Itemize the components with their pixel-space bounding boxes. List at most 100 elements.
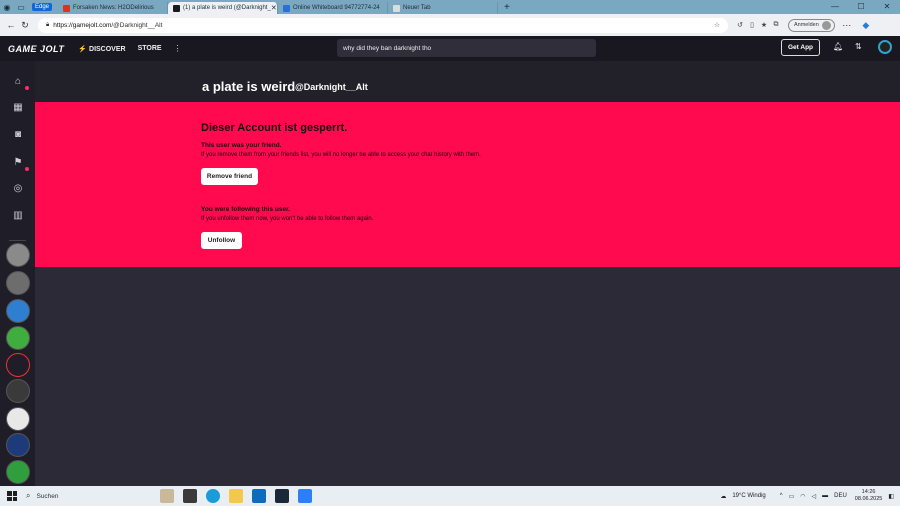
tab-actions-icon[interactable]: ▭ xyxy=(14,0,28,14)
tab-forsaken-news[interactable]: Forsaken News: H2ODelirious xyxy=(58,2,169,14)
reload-icon[interactable]: ↻ xyxy=(18,20,32,31)
taskbar-search[interactable]: ⌕ Suchen xyxy=(26,489,151,503)
lock-icon[interactable]: 🔒︎ xyxy=(46,22,49,29)
split-screen-icon[interactable]: ▯ xyxy=(746,21,758,29)
close-tab-icon[interactable]: ✕ xyxy=(271,4,277,12)
clock-time: 14:26 xyxy=(861,489,876,495)
unfollow-button[interactable]: Unfollow xyxy=(201,232,242,249)
widgets-icon[interactable] xyxy=(160,489,174,503)
chat-icon[interactable]: ◎ xyxy=(9,179,27,197)
remove-friend-button[interactable]: Remove friend xyxy=(201,168,258,185)
profile-header: a plate is weird @Darknight__Alt xyxy=(35,61,900,102)
collections-icon[interactable]: ⧉ xyxy=(770,21,782,29)
community-avatar[interactable] xyxy=(6,353,30,377)
profile-display-name: a plate is weird xyxy=(202,79,296,94)
new-tab-page-icon xyxy=(393,4,401,12)
weather-icon[interactable]: ☁ xyxy=(720,493,726,500)
browser-tab-bar: ◉ ▭ Edge Forsaken News: H2ODelirious (1)… xyxy=(0,0,900,14)
app-icon[interactable] xyxy=(298,489,312,503)
back-icon[interactable]: ← xyxy=(4,20,18,30)
notification-dot xyxy=(25,86,29,90)
network-icon[interactable]: ▭ xyxy=(789,493,795,500)
avatar-icon xyxy=(821,20,831,30)
community-avatar[interactable] xyxy=(6,407,30,431)
wifi-icon[interactable]: ◠ xyxy=(800,493,805,500)
content-area xyxy=(35,267,900,486)
minimize-icon[interactable]: — xyxy=(822,0,848,14)
notification-center-icon[interactable]: ◧ xyxy=(888,493,894,500)
sidebar-divider xyxy=(9,240,26,241)
signin-button[interactable]: Anmelden xyxy=(788,18,835,32)
community-avatar[interactable] xyxy=(6,326,30,350)
banned-account-panel: Dieser Account ist gesperrt. This user w… xyxy=(35,102,900,267)
browser-toolbar: ← ↻ 🔒︎ https://gamejolt.com/@Darknight__… xyxy=(0,14,900,36)
tab-label: Forsaken News: H2ODelirious xyxy=(73,5,154,11)
tab-gamejolt-profile[interactable]: (1) a plate is weird (@Darknight_ ✕ xyxy=(168,2,279,14)
profile-username[interactable]: @Darknight__Alt xyxy=(295,82,368,92)
system-tray: ☁ 19°C Windig ^ ▭ ◠ ◁ ▬ DEU 14:26 08.06.… xyxy=(714,486,894,506)
weather-text[interactable]: 19°C Windig xyxy=(732,493,765,499)
tab-new-tab[interactable]: Neuer Tab xyxy=(388,2,499,14)
windows-taskbar: ⌕ Suchen ☁ 19°C Windig ^ ▭ ◠ ◁ ▬ DEU 14:… xyxy=(0,486,900,506)
clock[interactable]: 14:26 08.06.2025 xyxy=(855,489,883,503)
more-menu-icon[interactable]: ⋯ xyxy=(840,20,854,31)
gamejolt-logo[interactable]: GAME JOLT xyxy=(8,44,64,54)
discover-link[interactable]: ⚡ DISCOVER xyxy=(78,45,125,53)
community-avatar[interactable] xyxy=(6,299,30,323)
refresh-page-icon[interactable]: ↺ xyxy=(734,21,746,29)
user-avatar[interactable] xyxy=(878,40,892,54)
notification-dot xyxy=(25,167,29,171)
signin-label: Anmelden xyxy=(794,22,819,28)
steam-icon[interactable] xyxy=(275,489,289,503)
community-avatar[interactable] xyxy=(6,271,30,295)
more-vertical-icon[interactable]: ⋮ xyxy=(174,44,182,53)
profile-icon[interactable]: ◉ xyxy=(0,0,14,14)
battery-icon[interactable]: ▬ xyxy=(822,493,828,499)
left-sidebar: ⌂ ▦ ◙ ⚑ ◎ ▥ xyxy=(0,61,35,486)
toolbar-icons: ↺ ▯ ★ ⧉ xyxy=(734,21,782,29)
get-app-button[interactable]: Get App xyxy=(781,39,820,56)
edge-badge: Edge xyxy=(32,3,53,11)
maximize-icon[interactable]: ☐ xyxy=(848,0,874,14)
task-view-icon[interactable] xyxy=(183,489,197,503)
url-path: /@Darknight__Alt xyxy=(111,21,163,29)
follow-text: If you unfollow them now, you won't be a… xyxy=(201,216,374,222)
favorites-icon[interactable]: ★ xyxy=(758,21,770,29)
clock-date: 08.06.2025 xyxy=(854,496,883,502)
file-explorer-icon[interactable] xyxy=(229,489,243,503)
new-tab-button[interactable]: + xyxy=(504,2,510,13)
gamejolt-header: GAME JOLT ⚡ DISCOVER STORE ⋮ why did the… xyxy=(0,36,900,61)
url-host: https://gamejolt.com xyxy=(53,21,112,29)
discover-label: DISCOVER xyxy=(89,45,126,53)
search-input[interactable]: why did they ban darknight tho xyxy=(337,39,596,57)
favorite-star-icon[interactable]: ☆ xyxy=(714,21,720,29)
address-bar[interactable]: 🔒︎ https://gamejolt.com/@Darknight__Alt … xyxy=(38,17,728,33)
community-avatar[interactable] xyxy=(6,460,30,484)
tab-label: (1) a plate is weird (@Darknight_ xyxy=(183,5,271,11)
follow-heading: You were following this user. xyxy=(201,206,291,213)
whiteboard-icon xyxy=(283,4,291,12)
gamejolt-icon xyxy=(173,4,181,12)
copilot-icon[interactable]: ◆ xyxy=(859,20,873,31)
library-icon[interactable]: ▥ xyxy=(9,206,27,224)
windows-start-icon[interactable] xyxy=(7,491,17,501)
volume-icon[interactable]: ◁ xyxy=(812,493,817,500)
community-avatar[interactable] xyxy=(6,433,30,457)
edge-icon[interactable] xyxy=(206,489,220,503)
community-avatar[interactable] xyxy=(6,243,30,267)
tab-whiteboard[interactable]: Online Whiteboard 94772774-24 xyxy=(278,2,389,14)
window-controls: — ☐ ✕ xyxy=(822,0,900,14)
show-hidden-icons-icon[interactable]: ^ xyxy=(780,493,783,499)
language-indicator[interactable]: DEU xyxy=(834,493,847,499)
activity-icon[interactable]: ⇅ xyxy=(855,42,862,51)
outlook-icon[interactable] xyxy=(252,489,266,503)
taskbar-search-label: Suchen xyxy=(36,492,59,500)
store-icon[interactable]: ▦ xyxy=(9,98,27,116)
notifications-bell-icon[interactable]: 🔔︎ xyxy=(833,42,843,51)
store-link[interactable]: STORE xyxy=(138,45,162,52)
community-avatar[interactable] xyxy=(6,379,30,403)
friend-text: If you remove them from your friends lis… xyxy=(201,152,481,158)
friend-heading: This user was your friend. xyxy=(201,142,282,149)
inventory-icon[interactable]: ◙ xyxy=(9,125,27,143)
close-window-icon[interactable]: ✕ xyxy=(874,0,900,14)
